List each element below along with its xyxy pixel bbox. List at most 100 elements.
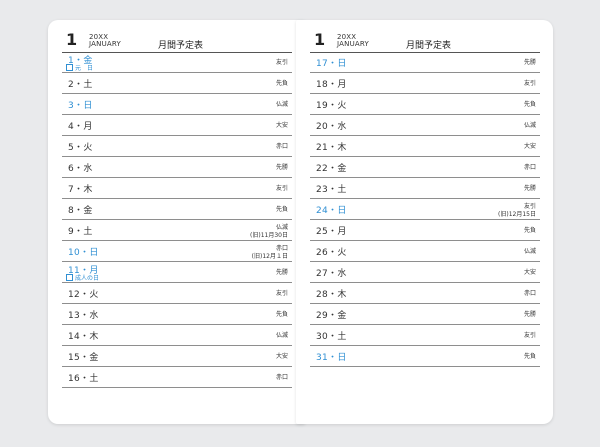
day-row[interactable]: 17・日 先勝 [310, 52, 540, 73]
day-row[interactable]: 8・金 先負 [62, 199, 292, 220]
day-row[interactable]: 19・火 先負 [310, 94, 540, 115]
rokuyo-label: 先負 [523, 353, 536, 360]
day-row[interactable]: 2・土 先負 [62, 73, 292, 94]
rokuyo-label: 先勝 [523, 311, 536, 318]
day-row[interactable]: 1・金元 日友引 [62, 52, 292, 73]
holiday-label: 元 日 [66, 63, 93, 72]
day-date: 4・月 [68, 122, 93, 132]
day-date: 10・日 [68, 248, 99, 258]
day-row[interactable]: 14・木 仏滅 [62, 325, 292, 346]
day-row[interactable]: 31・日 先負 [310, 346, 540, 367]
right-page-header: 1 20XX JANUARY 月間予定表 [310, 30, 540, 53]
rokuyo-label: 友引 [275, 59, 288, 66]
rokuyo-label: 大安 [275, 122, 288, 129]
day-date: 14・木 [68, 332, 99, 342]
holiday-label: 成人の日 [66, 273, 99, 282]
day-row[interactable]: 27・水 大安 [310, 262, 540, 283]
rokuyo-label: 友引 [275, 290, 288, 297]
day-date: 28・木 [316, 290, 347, 300]
rokuyo-label: 赤口 [275, 374, 288, 381]
day-date: 17・日 [316, 59, 347, 69]
rokuyo-label: 先勝 [523, 59, 536, 66]
day-row[interactable]: 28・木 赤口 [310, 283, 540, 304]
holiday-mark-icon [66, 64, 73, 71]
rokuyo-label: 先負 [275, 80, 288, 87]
day-date: 20・水 [316, 122, 347, 132]
day-row[interactable]: 5・火 赤口 [62, 136, 292, 157]
day-date: 18・月 [316, 80, 347, 90]
day-date: 22・金 [316, 164, 347, 174]
day-date: 9・土 [68, 227, 93, 237]
day-row[interactable]: 23・土 先勝 [310, 178, 540, 199]
right-page: 1 20XX JANUARY 月間予定表 17・日 先勝 18・月 友引 19・火 先負 2… [296, 20, 553, 424]
page-title: 月間予定表 [158, 41, 204, 51]
day-date: 6・水 [68, 164, 93, 174]
day-row[interactable]: 11・月 成人の日 先勝 [62, 262, 292, 283]
day-row[interactable]: 7・木 友引 [62, 178, 292, 199]
rokuyo-label: 赤口 [275, 143, 288, 150]
day-row[interactable]: 21・木 大安 [310, 136, 540, 157]
day-row[interactable]: 24・日 友引 (旧)12月15日 [310, 199, 540, 220]
day-date: 12・火 [68, 290, 99, 300]
day-row[interactable]: 3・日 仏滅 [62, 94, 292, 115]
day-row[interactable]: 10・日 赤口 (旧)12月１日 [62, 241, 292, 262]
day-row[interactable]: 9・土 仏滅 (旧)11月30日 [62, 220, 292, 241]
holiday-name: 元 日 [75, 65, 94, 72]
day-row[interactable]: 22・金 赤口 [310, 157, 540, 178]
day-row[interactable]: 18・月 友引 [310, 73, 540, 94]
month-number: 1 [314, 30, 326, 49]
rokuyo-label: 友引 [523, 332, 536, 339]
day-date: 24・日 [316, 206, 347, 216]
day-row[interactable]: 16・土 赤口 [62, 367, 292, 388]
day-date: 25・月 [316, 227, 347, 237]
rokuyo-label: 大安 [523, 269, 536, 276]
day-date: 7・木 [68, 185, 93, 195]
day-row[interactable]: 6・水 先勝 [62, 157, 292, 178]
rokuyo-label: 赤口 [523, 164, 536, 171]
rokuyo-label: 先勝 [275, 269, 288, 276]
day-date: 27・水 [316, 269, 347, 279]
day-date: 15・金 [68, 353, 99, 363]
day-row[interactable]: 25・月 先負 [310, 220, 540, 241]
lunar-date-note: (旧)11月30日 [250, 232, 288, 239]
left-page-header: 1 20XX JANUARY 月間予定表 [62, 30, 292, 53]
rokuyo-label: 赤口 [523, 290, 536, 297]
day-date: 31・日 [316, 353, 347, 363]
day-row[interactable]: 20・水 仏滅 [310, 115, 540, 136]
holiday-name: 成人の日 [75, 275, 100, 282]
rokuyo-label: 仏滅 [275, 332, 288, 339]
day-list: 1・金元 日友引 2・土 先負 3・日 仏滅 4・月 大安 5・火 赤口 6・水 先勝 7・木 友引 8・… [62, 52, 292, 388]
rokuyo-label: 大安 [275, 353, 288, 360]
day-date: 19・火 [316, 101, 347, 111]
left-page: 1 20XX JANUARY 月間予定表 1・金元 日友引 2・土 先負 3・日 仏滅 4… [48, 20, 305, 424]
day-date: 21・木 [316, 143, 347, 153]
day-row[interactable]: 15・金 大安 [62, 346, 292, 367]
day-row[interactable]: 12・火 友引 [62, 283, 292, 304]
lunar-date-note: (旧)12月15日 [498, 211, 536, 218]
rokuyo-label: 先負 [275, 311, 288, 318]
day-row[interactable]: 26・火 仏滅 [310, 241, 540, 262]
day-row[interactable]: 13・水 先負 [62, 304, 292, 325]
month-english: JANUARY [337, 40, 369, 48]
day-date: 16・土 [68, 374, 99, 384]
page-title: 月間予定表 [406, 41, 452, 51]
day-date: 8・金 [68, 206, 93, 216]
day-date: 26・火 [316, 248, 347, 258]
rokuyo-label: 仏滅 [523, 248, 536, 255]
day-date: 5・火 [68, 143, 93, 153]
rokuyo-label: 仏滅 [523, 122, 536, 129]
rokuyo-label: 大安 [523, 143, 536, 150]
holiday-mark-icon [66, 274, 73, 281]
rokuyo-label: 先勝 [275, 164, 288, 171]
day-date: 29・金 [316, 311, 347, 321]
rokuyo-label: 先負 [523, 227, 536, 234]
day-row[interactable]: 30・土 友引 [310, 325, 540, 346]
day-row[interactable]: 29・金 先勝 [310, 304, 540, 325]
day-date: 23・土 [316, 185, 347, 195]
month-english: JANUARY [89, 40, 121, 48]
rokuyo-label: 友引 [275, 185, 288, 192]
day-row[interactable]: 4・月 大安 [62, 115, 292, 136]
lunar-date-note: (旧)12月１日 [251, 253, 288, 260]
day-date: 13・水 [68, 311, 99, 321]
rokuyo-label: 仏滅 [275, 101, 288, 108]
